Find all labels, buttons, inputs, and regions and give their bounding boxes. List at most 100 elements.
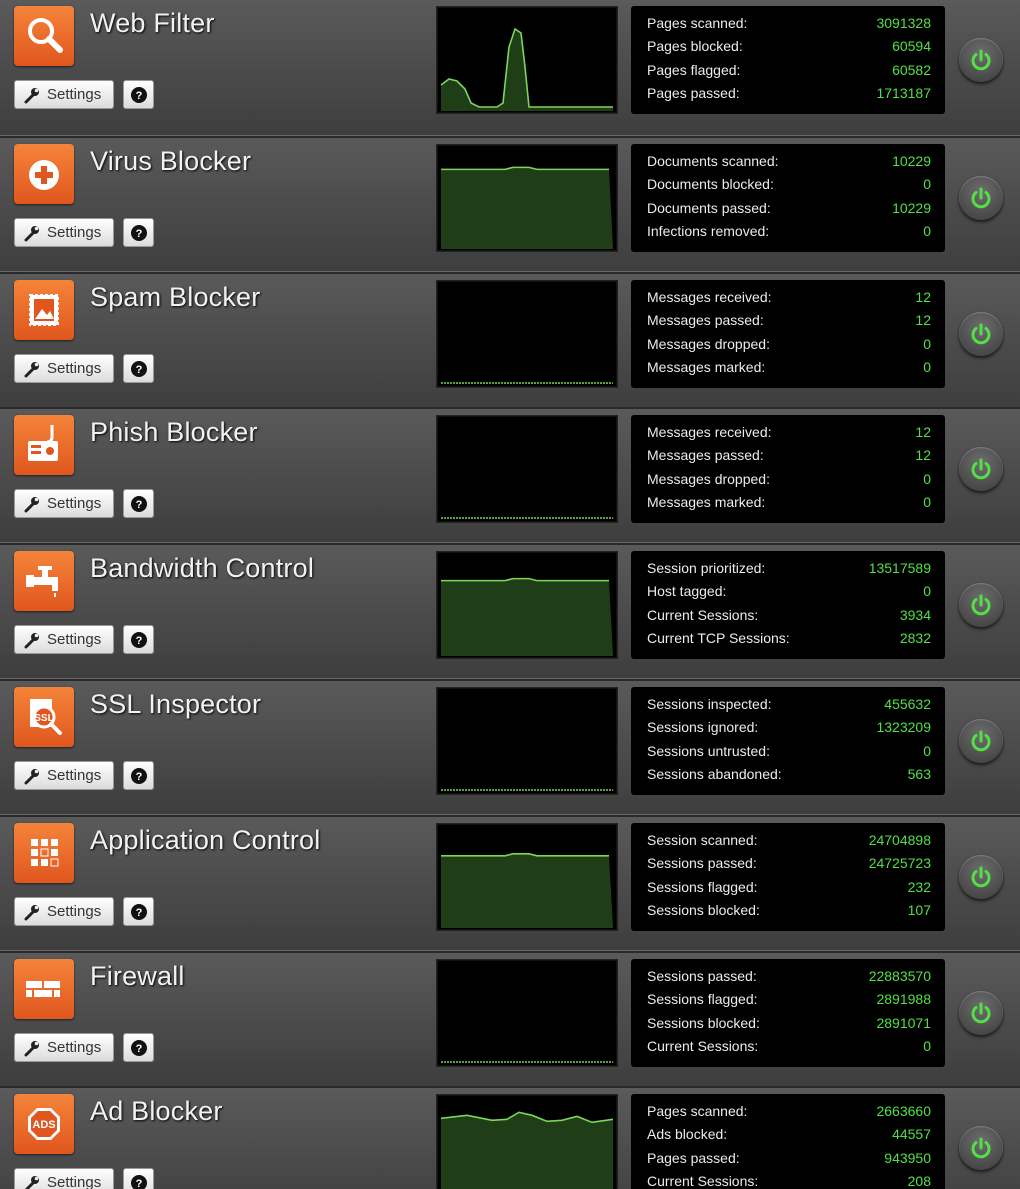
settings-button-label: Settings <box>47 495 102 512</box>
app-row: Phish Blocker Settings? Messages received:… <box>0 407 1020 543</box>
metric-value: 44557 <box>892 1126 931 1143</box>
metric-row: Session prioritized: 13517589 <box>647 557 931 580</box>
wrench-icon <box>23 631 41 649</box>
app-row: Firewall Settings? Sessions passed: 2288357… <box>0 951 1020 1087</box>
svg-text:?: ? <box>136 364 143 376</box>
settings-button[interactable]: Settings <box>14 625 114 654</box>
settings-button[interactable]: Settings <box>14 489 114 518</box>
wrench-icon <box>23 86 41 104</box>
metric-row: Current Sessions: 0 <box>647 1035 931 1058</box>
power-toggle-button[interactable] <box>959 1126 1003 1170</box>
metric-row: Sessions passed: 24725723 <box>647 852 931 875</box>
settings-button[interactable]: Settings <box>14 80 114 109</box>
metric-value: 12 <box>915 447 931 464</box>
metric-value: 943950 <box>884 1149 931 1166</box>
metric-row: Documents blocked: 0 <box>647 173 931 196</box>
metrics-panel: Session prioritized: 13517589 Host tagged:… <box>631 551 945 659</box>
metric-label: Sessions untrusted: <box>647 742 770 759</box>
power-toggle-button[interactable] <box>959 719 1003 763</box>
metric-row: Session scanned: 24704898 <box>647 829 931 852</box>
metric-value: 12 <box>915 289 931 305</box>
settings-button[interactable]: Settings <box>14 354 114 383</box>
wrench-icon <box>23 1039 41 1057</box>
power-toggle-button[interactable] <box>959 991 1003 1035</box>
help-button[interactable]: ? <box>123 625 154 654</box>
activity-sparkline <box>441 166 613 249</box>
app-name: SSL Inspector <box>90 689 262 719</box>
plus-shield-icon <box>14 144 74 204</box>
metric-row: Current Sessions: 208 <box>647 1170 931 1189</box>
svg-text:?: ? <box>136 771 143 783</box>
activity-sparkline <box>441 853 613 928</box>
settings-button[interactable]: Settings <box>14 897 114 926</box>
activity-graph <box>436 687 618 795</box>
power-toggle-button[interactable] <box>959 176 1003 220</box>
help-button[interactable]: ? <box>123 218 154 247</box>
metric-value: 0 <box>923 1037 931 1054</box>
metric-label: Messages marked: <box>647 493 766 510</box>
svg-text:?: ? <box>136 228 143 240</box>
activity-graph <box>436 144 618 252</box>
settings-button[interactable]: Settings <box>14 218 114 247</box>
app-row: Virus Blocker Settings? Documents scanned:… <box>0 136 1020 272</box>
app-name: Ad Blocker <box>90 1096 223 1126</box>
app-name: Web Filter <box>90 8 215 38</box>
power-toggle-button[interactable] <box>959 38 1003 82</box>
help-button[interactable]: ? <box>123 1168 154 1189</box>
settings-button[interactable]: Settings <box>14 761 114 790</box>
metrics-panel: Sessions inspected: 455632 Sessions ignore… <box>631 687 945 795</box>
svg-text:?: ? <box>136 1178 143 1189</box>
metric-value: 563 <box>907 765 931 782</box>
help-button[interactable]: ? <box>123 897 154 926</box>
settings-button[interactable]: Settings <box>14 1168 114 1189</box>
metric-label: Sessions abandoned: <box>647 765 782 782</box>
metric-label: Pages passed: <box>647 84 740 101</box>
settings-button-label: Settings <box>47 86 102 103</box>
activity-graph <box>436 280 618 388</box>
activity-sparkline <box>440 1111 614 1189</box>
metric-label: Session prioritized: <box>647 560 766 576</box>
activity-graph <box>436 823 618 931</box>
metric-label: Sessions flagged: <box>647 878 758 895</box>
help-button[interactable]: ? <box>123 1033 154 1062</box>
metric-value: 1323209 <box>876 719 931 736</box>
metrics-panel: Pages scanned: 2663660 Ads blocked: 44557 Pa… <box>631 1094 945 1189</box>
id-card-hook-icon <box>14 415 74 475</box>
metric-row: Messages dropped: 0 <box>647 333 931 356</box>
help-button[interactable]: ? <box>123 489 154 518</box>
power-toggle-button[interactable] <box>959 855 1003 899</box>
app-name: Spam Blocker <box>90 282 261 312</box>
settings-button[interactable]: Settings <box>14 1033 114 1062</box>
metric-row: Sessions blocked: 107 <box>647 899 931 922</box>
power-toggle-button[interactable] <box>959 583 1003 627</box>
help-button[interactable]: ? <box>123 80 154 109</box>
help-button[interactable]: ? <box>123 354 154 383</box>
metric-label: Documents passed: <box>647 199 771 216</box>
metric-row: Messages passed: 12 <box>647 444 931 467</box>
settings-button-label: Settings <box>47 1039 102 1056</box>
metric-value: 0 <box>923 358 931 375</box>
metrics-panel: Sessions passed: 22883570 Sessions flagged… <box>631 959 945 1067</box>
wrench-icon <box>23 1174 41 1189</box>
grid-icon <box>14 823 74 883</box>
metric-value: 2663660 <box>876 1103 931 1119</box>
metric-label: Ads blocked: <box>647 1126 728 1143</box>
metric-row: Sessions untrusted: 0 <box>647 740 931 763</box>
stamp-icon <box>14 280 74 340</box>
metrics-panel: Messages received: 12 Messages passed: 12 Me… <box>631 415 945 523</box>
metric-row: Messages marked: 0 <box>647 491 931 514</box>
metric-label: Infections removed: <box>647 222 770 239</box>
metric-value: 0 <box>923 335 931 352</box>
metric-value: 24725723 <box>868 855 931 872</box>
metric-value: 0 <box>923 583 931 600</box>
power-toggle-button[interactable] <box>959 447 1003 491</box>
help-button[interactable]: ? <box>123 761 154 790</box>
metric-label: Messages passed: <box>647 312 764 329</box>
app-row: Bandwidth Control Settings? Session priori… <box>0 543 1020 679</box>
app-row: Spam Blocker Settings? Messages received: 1… <box>0 272 1020 408</box>
metric-value: 208 <box>907 1172 931 1189</box>
power-toggle-button[interactable] <box>959 312 1003 356</box>
metric-value: 60582 <box>892 61 931 78</box>
metric-row: Sessions flagged: 2891988 <box>647 988 931 1011</box>
metric-label: Sessions ignored: <box>647 719 759 736</box>
